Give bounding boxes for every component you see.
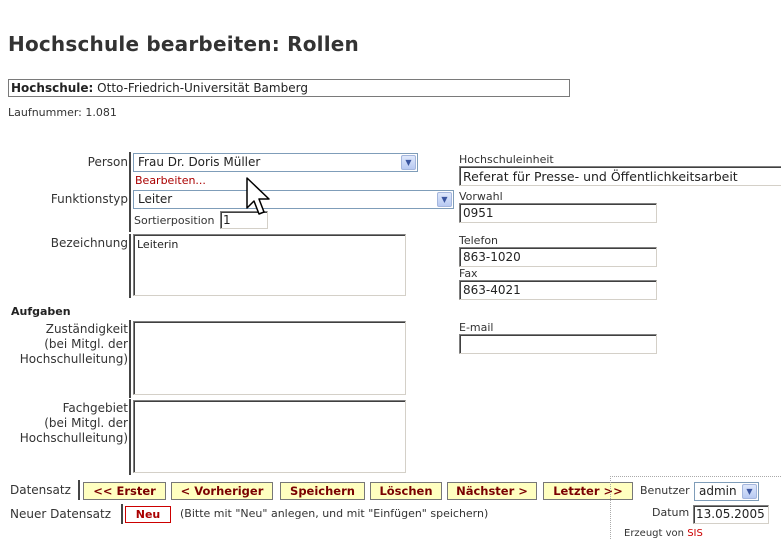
zustaendigkeit-label-line: Hochschulleitung)	[19, 352, 128, 366]
fax-label: Fax	[459, 267, 478, 280]
benutzer-value: admin	[699, 484, 737, 498]
vorwahl-label: Vorwahl	[459, 190, 503, 203]
field-divider	[129, 152, 131, 232]
telefon-label: Telefon	[459, 234, 499, 247]
fachgebiet-label-line: Fachgebiet	[62, 401, 128, 415]
chevron-down-icon[interactable]: ▼	[437, 192, 452, 207]
person-edit-link[interactable]: Bearbeiten...	[135, 174, 206, 187]
fachgebiet-label-line: Hochschulleitung)	[19, 431, 128, 445]
page-title: Hochschule bearbeiten: Rollen	[8, 32, 359, 56]
benutzer-label: Benutzer	[640, 484, 690, 497]
person-select[interactable]: Frau Dr. Doris Müller ▼	[133, 153, 418, 172]
field-divider	[129, 399, 131, 475]
next-record-button[interactable]: Nächster >	[447, 482, 537, 500]
hochschule-value: Otto-Friedrich-Universität Bamberg	[97, 81, 308, 95]
vorwahl-input[interactable]: 0951	[459, 203, 657, 223]
datum-label: Datum	[652, 506, 690, 519]
neuer-datensatz-label: Neuer Datensatz	[10, 507, 111, 521]
field-divider	[129, 234, 131, 298]
fachgebiet-label-line: (bei Mitgl. der	[44, 416, 128, 430]
zustaendigkeit-textarea[interactable]	[133, 321, 406, 395]
fachgebiet-textarea[interactable]	[133, 400, 406, 473]
erzeugt-von: Erzeugt von SIS	[624, 528, 703, 539]
zustaendigkeit-label-line: Zuständigkeit	[45, 322, 128, 336]
hochschuleinheit-label: Hochschuleinheit	[459, 153, 554, 166]
sis-link[interactable]: SIS	[687, 528, 703, 539]
funktionstyp-value: Leiter	[138, 192, 173, 206]
email-input[interactable]	[459, 334, 657, 354]
hochschuleinheit-input[interactable]: Referat für Presse- und Öffentlichkeitsa…	[459, 166, 781, 186]
person-label: Person	[87, 155, 128, 169]
datensatz-label: Datensatz	[10, 483, 71, 497]
fax-input[interactable]: 863-4021	[459, 280, 657, 300]
person-value: Frau Dr. Doris Müller	[138, 155, 261, 169]
funktionstyp-select[interactable]: Leiter ▼	[133, 190, 454, 209]
mouse-cursor-icon	[246, 177, 270, 215]
delete-button[interactable]: Löschen	[370, 482, 442, 500]
datum-input[interactable]: 13.05.2005	[693, 505, 769, 524]
email-label: E-mail	[459, 321, 494, 334]
zustaendigkeit-label-line: (bei Mitgl. der	[44, 337, 128, 351]
bezeichnung-label: Bezeichnung	[50, 236, 128, 250]
field-divider	[129, 320, 131, 398]
hochschule-label: Hochschule:	[11, 81, 94, 95]
first-record-button[interactable]: << Erster	[83, 482, 166, 500]
chevron-down-icon[interactable]: ▼	[742, 484, 757, 499]
zustaendigkeit-label: Zuständigkeit (bei Mitgl. der Hochschull…	[2, 322, 128, 367]
neuer-datensatz-hint: (Bitte mit "Neu" anlegen, und mit "Einfü…	[180, 507, 489, 520]
new-record-button[interactable]: Neu	[125, 506, 171, 523]
previous-record-button[interactable]: < Vorheriger	[171, 482, 273, 500]
field-divider	[78, 480, 80, 500]
laufnummer: Laufnummer: 1.081	[8, 106, 117, 119]
aufgaben-heading: Aufgaben	[11, 305, 71, 318]
chevron-down-icon[interactable]: ▼	[401, 155, 416, 170]
hochschule-display: Hochschule: Otto-Friedrich-Universität B…	[8, 79, 570, 97]
fachgebiet-label: Fachgebiet (bei Mitgl. der Hochschulleit…	[2, 401, 128, 446]
erzeugt-label: Erzeugt von	[624, 528, 684, 539]
telefon-input[interactable]: 863-1020	[459, 247, 657, 267]
sortierposition-label: Sortierposition	[134, 214, 215, 227]
funktionstyp-label: Funktionstyp	[50, 192, 128, 206]
benutzer-select[interactable]: admin ▼	[694, 482, 759, 501]
bezeichnung-textarea[interactable]: Leiterin	[133, 234, 406, 296]
save-button[interactable]: Speichern	[280, 482, 365, 500]
field-divider	[121, 504, 123, 524]
